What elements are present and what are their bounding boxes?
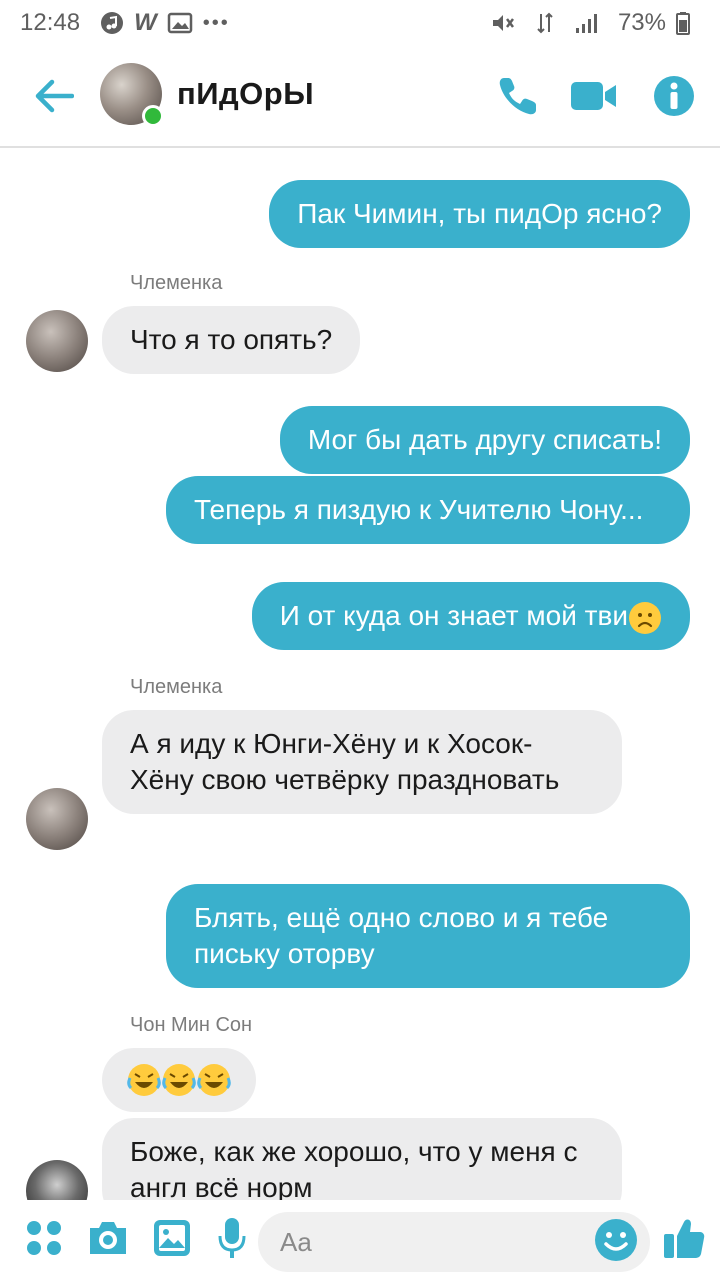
mute-icon xyxy=(490,11,516,35)
frowning-face-emoji-icon xyxy=(629,601,661,634)
battery-percent: 73% xyxy=(617,9,666,36)
like-button[interactable] xyxy=(660,1216,708,1264)
info-icon xyxy=(653,75,695,122)
sender-avatar[interactable] xyxy=(26,1160,88,1200)
gallery-button[interactable] xyxy=(148,1216,196,1264)
apps-button[interactable] xyxy=(20,1216,68,1264)
message-list[interactable]: Пак Чимин, ты пидОр ясно? Члеменка Что я… xyxy=(0,150,720,1200)
message-bubble-incoming[interactable]: Что я то опять? xyxy=(102,306,361,374)
phone-icon xyxy=(496,74,540,123)
message-bubble-outgoing[interactable]: Блять, ещё одно слово и я тебе письку от… xyxy=(166,884,690,988)
chat-header: пИдОрЫ xyxy=(0,46,720,148)
message-bubble-outgoing[interactable]: И от куда он знает мой тви xyxy=(251,582,690,650)
emoji-icon xyxy=(594,1218,638,1267)
music-note-icon xyxy=(100,11,124,35)
sender-name: Чон Мин Сон xyxy=(130,1014,253,1036)
info-button[interactable] xyxy=(650,74,698,122)
camera-button[interactable] xyxy=(84,1216,132,1264)
battery-icon xyxy=(676,11,690,35)
message-bubble-outgoing[interactable]: Пак Чимин, ты пидОр ясно? xyxy=(269,180,690,248)
compose-field xyxy=(258,1212,650,1272)
laughing-emoji-icon xyxy=(127,1064,231,1096)
status-time: 12:48 xyxy=(20,9,81,36)
sender-name: Члеменка xyxy=(130,676,223,698)
message-text: И от куда он знает мой тви xyxy=(279,600,628,631)
message-input[interactable] xyxy=(280,1212,580,1272)
microphone-icon xyxy=(217,1216,247,1265)
video-call-button[interactable] xyxy=(570,74,618,122)
message-bubble-outgoing[interactable]: Мог бы дать другу списать! xyxy=(279,406,690,474)
sender-avatar[interactable] xyxy=(26,788,88,850)
signal-icon xyxy=(574,11,598,35)
message-bubble-incoming[interactable]: А я иду к Юнги-Хёну и к Хосок-Хёну свою … xyxy=(102,710,622,814)
thumbs-up-icon xyxy=(662,1216,706,1265)
gallery-icon xyxy=(167,12,193,34)
camera-icon xyxy=(86,1218,130,1263)
voice-call-button[interactable] xyxy=(494,74,542,122)
message-bubble-incoming[interactable]: Боже, как же хорошо, что у меня с англ в… xyxy=(102,1118,622,1200)
data-arrows-icon xyxy=(536,11,554,35)
wordpress-icon: W xyxy=(134,9,157,36)
gallery-icon xyxy=(152,1218,192,1263)
video-camera-icon xyxy=(570,79,618,118)
more-notifications-icon: ••• xyxy=(202,11,230,34)
status-bar: 12:48 W ••• 73% xyxy=(0,0,720,46)
sender-avatar[interactable] xyxy=(26,310,88,372)
online-status-dot xyxy=(142,105,164,127)
voice-message-button[interactable] xyxy=(208,1216,256,1264)
back-button[interactable] xyxy=(32,76,76,120)
sender-name: Члеменка xyxy=(130,272,223,294)
group-avatar[interactable] xyxy=(100,63,164,127)
emoji-button[interactable] xyxy=(592,1218,640,1266)
message-composer xyxy=(0,1200,720,1280)
back-arrow-icon xyxy=(34,78,75,119)
message-bubble-outgoing[interactable]: Теперь я пиздую к Учителю Чону... xyxy=(166,476,690,544)
apps-icon xyxy=(24,1218,64,1263)
message-bubble-incoming[interactable] xyxy=(102,1048,256,1112)
chat-title[interactable]: пИдОрЫ xyxy=(177,76,314,112)
emoji-message xyxy=(126,1060,232,1100)
